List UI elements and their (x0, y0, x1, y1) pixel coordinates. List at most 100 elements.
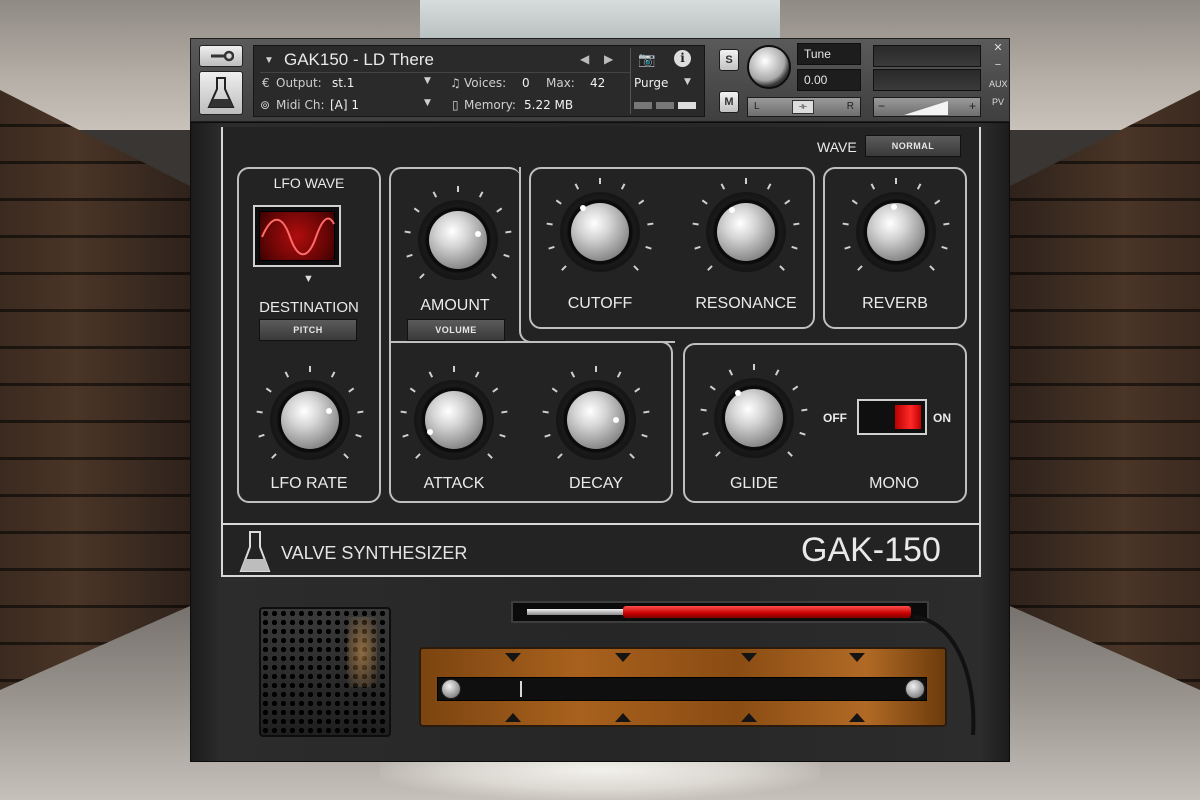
knob-tick (934, 199, 941, 205)
flask-logo-icon (239, 531, 271, 572)
mute-button[interactable]: M (719, 91, 739, 113)
purge-dropdown-icon[interactable]: ▼ (684, 77, 691, 87)
knob-indicator (326, 408, 332, 414)
cutoff-knob[interactable] (545, 177, 655, 287)
knob-tick (851, 199, 858, 205)
pan-slider[interactable]: L ⟛ R (747, 97, 861, 117)
reverb-knob[interactable] (841, 177, 951, 287)
knob-cap (571, 203, 629, 261)
ribbon-controller[interactable] (437, 677, 927, 701)
memory-value: 5.22 MB (524, 98, 574, 112)
destination-label: DESTINATION (259, 299, 359, 316)
knob-tick (643, 410, 650, 414)
knob-tick (505, 230, 512, 234)
voices-icon: ♫ (450, 76, 461, 90)
pan-handle[interactable]: ⟛ (792, 100, 814, 114)
knob-tick (616, 371, 622, 378)
knob-tick (496, 207, 503, 213)
knob-tick (265, 387, 272, 393)
destination-selector[interactable]: PITCH (259, 319, 357, 341)
knob-tick (720, 183, 726, 190)
instrument-flask-icon[interactable] (199, 71, 243, 115)
knob-indicator (475, 231, 481, 237)
mono-toggle-switch[interactable] (857, 399, 927, 435)
knob-tick (943, 222, 950, 226)
instrument-menu-chevron-icon[interactable]: ▼ (264, 55, 274, 66)
knob-tick (787, 451, 793, 457)
knob-cap (281, 391, 339, 449)
wrench-icon[interactable] (199, 45, 243, 67)
knob-tick (542, 410, 549, 414)
output-dropdown-icon[interactable]: ▼ (424, 76, 431, 86)
tune-knob[interactable] (747, 45, 791, 89)
volume-minus-icon[interactable]: − (878, 99, 885, 113)
amount-knob[interactable] (403, 185, 513, 295)
next-instrument-arrow-icon[interactable]: ▶ (604, 52, 613, 66)
purge-indicator (678, 102, 696, 109)
attack-label: ATTACK (423, 475, 485, 492)
knob-tick (844, 245, 851, 250)
knob-tick (400, 410, 407, 414)
divider (221, 523, 981, 525)
knob-cap (425, 391, 483, 449)
mono-label: MONO (869, 475, 919, 492)
decay-label: DECAY (569, 475, 623, 492)
switch-lever (895, 405, 921, 429)
knob-tick (784, 199, 791, 205)
minimize-icon[interactable]: − (989, 59, 1007, 71)
midi-channel-value[interactable]: [A] 1 (330, 98, 359, 112)
lfo-wave-display[interactable] (253, 205, 341, 267)
resonance-knob[interactable] (691, 177, 801, 287)
knob-tick (620, 183, 626, 190)
max-voices-label: Max: (546, 76, 575, 90)
solo-button[interactable]: S (719, 49, 739, 71)
output-value[interactable]: st.1 (332, 76, 354, 90)
ribbon-controller-plate (419, 647, 947, 727)
pv-button[interactable]: PV (989, 97, 1007, 107)
knob-tick (857, 265, 863, 271)
knob-tick (916, 183, 922, 190)
instrument-name[interactable]: GAK150 - LD There (284, 50, 434, 70)
aux-button[interactable]: AUX (989, 79, 1008, 89)
lfo-wave-dropdown-icon[interactable]: ▼ (303, 273, 314, 285)
wave-mode-selector[interactable]: NORMAL (865, 135, 961, 157)
knob-cap (867, 203, 925, 261)
knob-tick (634, 387, 641, 393)
lfo-rate-knob[interactable] (255, 365, 365, 475)
voices-value: 0 (522, 76, 530, 90)
knob-tick (707, 265, 713, 271)
purge-button[interactable]: Purge (634, 76, 668, 90)
knob-tick (715, 451, 721, 457)
volume-plus-icon[interactable]: + (969, 99, 976, 113)
midi-dropdown-icon[interactable]: ▼ (424, 98, 431, 108)
pitch-bend-slot[interactable] (511, 601, 929, 623)
knob-tick (343, 453, 349, 459)
knob-tick (419, 273, 425, 279)
wave-label: WAVE (817, 139, 857, 155)
knob-tick (692, 222, 699, 226)
decay-knob[interactable] (541, 365, 651, 475)
info-icon[interactable]: i (674, 50, 691, 67)
glide-knob[interactable] (699, 363, 809, 473)
knob-tick (432, 191, 438, 198)
amount-target-selector[interactable]: VOLUME (407, 319, 505, 341)
attack-knob[interactable] (399, 365, 509, 475)
knob-tick (428, 371, 434, 378)
knob-tick (801, 408, 808, 412)
close-icon[interactable]: ✕ (989, 41, 1007, 54)
knob-tick (355, 433, 362, 438)
tune-value[interactable]: 0.00 (797, 69, 861, 91)
resonance-label: RESONANCE (695, 295, 797, 312)
knob-tick (499, 433, 506, 438)
prev-instrument-arrow-icon[interactable]: ◀ (580, 52, 589, 66)
knob-indicator (735, 390, 741, 396)
knob-tick (641, 433, 648, 438)
volume-slider[interactable]: − + (873, 97, 981, 117)
marker-down-icon (849, 653, 865, 662)
pitch-bend-bar[interactable] (623, 606, 911, 618)
knob-tick (941, 245, 948, 250)
pan-left-label: L (754, 101, 760, 112)
max-voices-value[interactable]: 42 (590, 76, 605, 90)
screw-icon (441, 679, 461, 699)
camera-icon[interactable]: 📷 (638, 51, 655, 68)
